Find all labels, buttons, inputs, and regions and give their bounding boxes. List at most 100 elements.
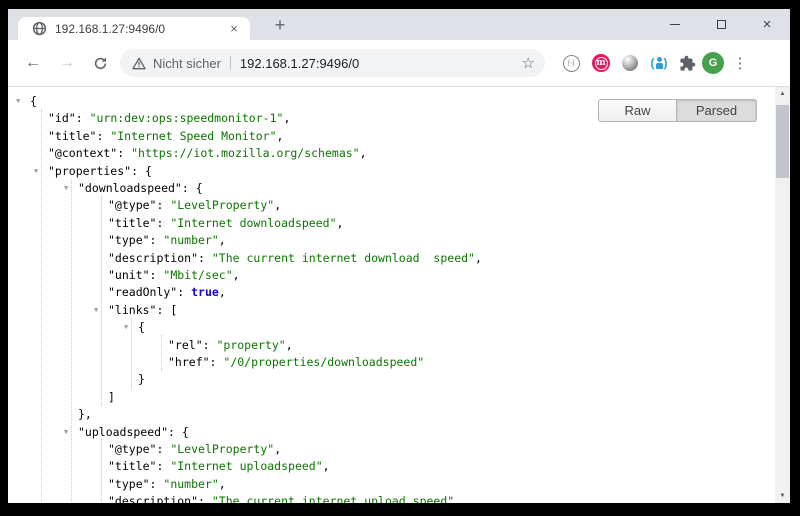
minimize-button[interactable] — [658, 9, 692, 40]
json-line: ▼"downloadspeed": { — [64, 180, 203, 198]
expander-icon[interactable]: ▼ — [64, 180, 78, 197]
raw-button[interactable]: Raw — [598, 99, 677, 122]
json-token: , — [274, 442, 281, 456]
json-line: }, — [78, 406, 92, 424]
back-icon: ← — [25, 54, 41, 72]
json-string-value: "https://iot.mozilla.org/schemas" — [131, 146, 359, 160]
json-token: , — [323, 459, 330, 473]
not-secure-label[interactable]: Nicht sicher — [153, 56, 221, 71]
expander-icon[interactable]: ▼ — [16, 93, 30, 110]
json-string-value: "The current internet download speed" — [212, 251, 475, 265]
scroll-down-icon[interactable]: ▼ — [775, 489, 790, 503]
json-key: "rel" — [168, 338, 203, 352]
extension-blue-button[interactable]: ( ) — [648, 52, 670, 74]
json-line: "type": "number", — [108, 476, 226, 494]
scroll-up-icon[interactable]: ▲ — [775, 87, 790, 101]
json-token: , — [219, 233, 226, 247]
close-window-button[interactable]: × — [750, 9, 784, 40]
vertical-scrollbar[interactable]: ▲ ▼ — [775, 87, 790, 503]
parsed-button[interactable]: Parsed — [677, 99, 757, 122]
json-string-value: "number" — [163, 477, 218, 491]
json-token: : — [177, 285, 191, 299]
indent-guide — [71, 179, 72, 502]
json-line: "description": "The current internet dow… — [108, 250, 482, 268]
json-token: : — [156, 442, 170, 456]
globe-favicon-icon — [32, 21, 47, 36]
kebab-menu-icon: ⋮ — [733, 54, 748, 72]
json-key: "id" — [48, 111, 76, 125]
address-bar[interactable]: Nicht sicher 192.168.1.27:9496/0 ☆ — [120, 49, 545, 77]
indent-guide — [161, 335, 162, 371]
extension-ball-button[interactable] — [619, 52, 641, 74]
json-string-value: "/0/properties/downloadspeed" — [223, 355, 424, 369]
browser-tab[interactable]: 192.168.1.27:9496/0 × — [18, 17, 250, 40]
json-string-value: "Internet downloadspeed" — [170, 216, 336, 230]
back-button[interactable]: ← — [19, 49, 47, 77]
json-key: "title" — [48, 129, 96, 143]
reload-button[interactable] — [86, 49, 114, 77]
tab-title: 192.168.1.27:9496/0 — [55, 22, 226, 36]
expander-icon[interactable]: ▼ — [94, 302, 108, 319]
json-token: : — [198, 251, 212, 265]
json-token: , — [283, 111, 290, 125]
scrollbar-thumb[interactable] — [776, 105, 789, 178]
bookmark-star-icon[interactable]: ☆ — [522, 54, 535, 72]
json-token: : — [168, 425, 182, 439]
json-key: "type" — [108, 233, 150, 247]
json-key: "links" — [108, 303, 156, 317]
json-token: , — [360, 146, 367, 160]
indent-guide — [101, 439, 102, 502]
maximize-button[interactable] — [704, 9, 738, 40]
new-tab-button[interactable]: + — [268, 13, 292, 37]
json-bracket: { — [145, 164, 152, 178]
browser-window: 192.168.1.27:9496/0 × + × ← → — [8, 9, 790, 503]
browser-toolbar: ← → Nicht sicher 192.168.1.27:9496/0 ☆ (… — [8, 40, 790, 86]
json-key: "properties" — [48, 164, 131, 178]
json-token: : — [150, 268, 164, 282]
json-token: , — [219, 477, 226, 491]
not-secure-warning-icon — [132, 57, 146, 70]
extension-m-button[interactable]: m — [590, 52, 612, 74]
json-token: : — [156, 303, 170, 317]
profile-avatar[interactable]: G — [702, 52, 724, 74]
json-line: "readOnly": true, — [108, 284, 226, 302]
json-line: "href": "/0/properties/downloadspeed" — [168, 354, 424, 372]
json-line: ▼"links": [ — [94, 302, 177, 320]
forward-icon: → — [59, 54, 75, 72]
json-string-value: "The current internet upload speed" — [212, 494, 454, 503]
page-content: ▼{"id": "urn:dev:ops:speedmonitor-1","ti… — [8, 87, 790, 503]
blue-extension-icon: ( ) — [651, 56, 668, 70]
m-extension-icon: m — [592, 54, 610, 72]
forward-button[interactable]: → — [53, 49, 81, 77]
json-key: "title" — [108, 216, 156, 230]
json-bracket: } — [138, 372, 145, 386]
extension-ring-button[interactable]: (-) — [560, 52, 582, 74]
expander-icon[interactable]: ▼ — [64, 424, 78, 441]
json-key: "readOnly" — [108, 285, 177, 299]
address-separator — [230, 56, 231, 70]
extensions-menu-button[interactable] — [676, 52, 698, 74]
tab-strip: 192.168.1.27:9496/0 × + × — [8, 9, 790, 40]
json-line: "unit": "Mbit/sec", — [108, 267, 240, 285]
json-line: "title": "Internet uploadspeed", — [108, 458, 330, 476]
json-line: "description": "The current internet upl… — [108, 493, 461, 503]
maximize-icon — [717, 20, 726, 29]
expander-icon[interactable]: ▼ — [124, 319, 138, 336]
json-line: "@type": "LevelProperty", — [108, 441, 281, 459]
json-line: } — [138, 371, 145, 389]
url-text[interactable]: 192.168.1.27:9496/0 — [240, 56, 522, 71]
json-bracket: { — [138, 320, 145, 334]
json-string-value: "Internet Speed Monitor" — [110, 129, 276, 143]
json-token: : — [156, 216, 170, 230]
json-line: ▼{ — [16, 93, 37, 111]
json-bool-value: true — [191, 285, 219, 299]
json-string-value: "number" — [163, 233, 218, 247]
json-string-value: "urn:dev:ops:speedmonitor-1" — [90, 111, 284, 125]
json-token: : — [96, 129, 110, 143]
browser-menu-button[interactable]: ⋮ — [729, 52, 751, 74]
expander-icon[interactable]: ▼ — [34, 163, 48, 180]
json-line: "title": "Internet downloadspeed", — [108, 215, 343, 233]
json-token: : — [131, 164, 145, 178]
tab-close-icon[interactable]: × — [226, 21, 242, 37]
json-token: , — [219, 285, 226, 299]
